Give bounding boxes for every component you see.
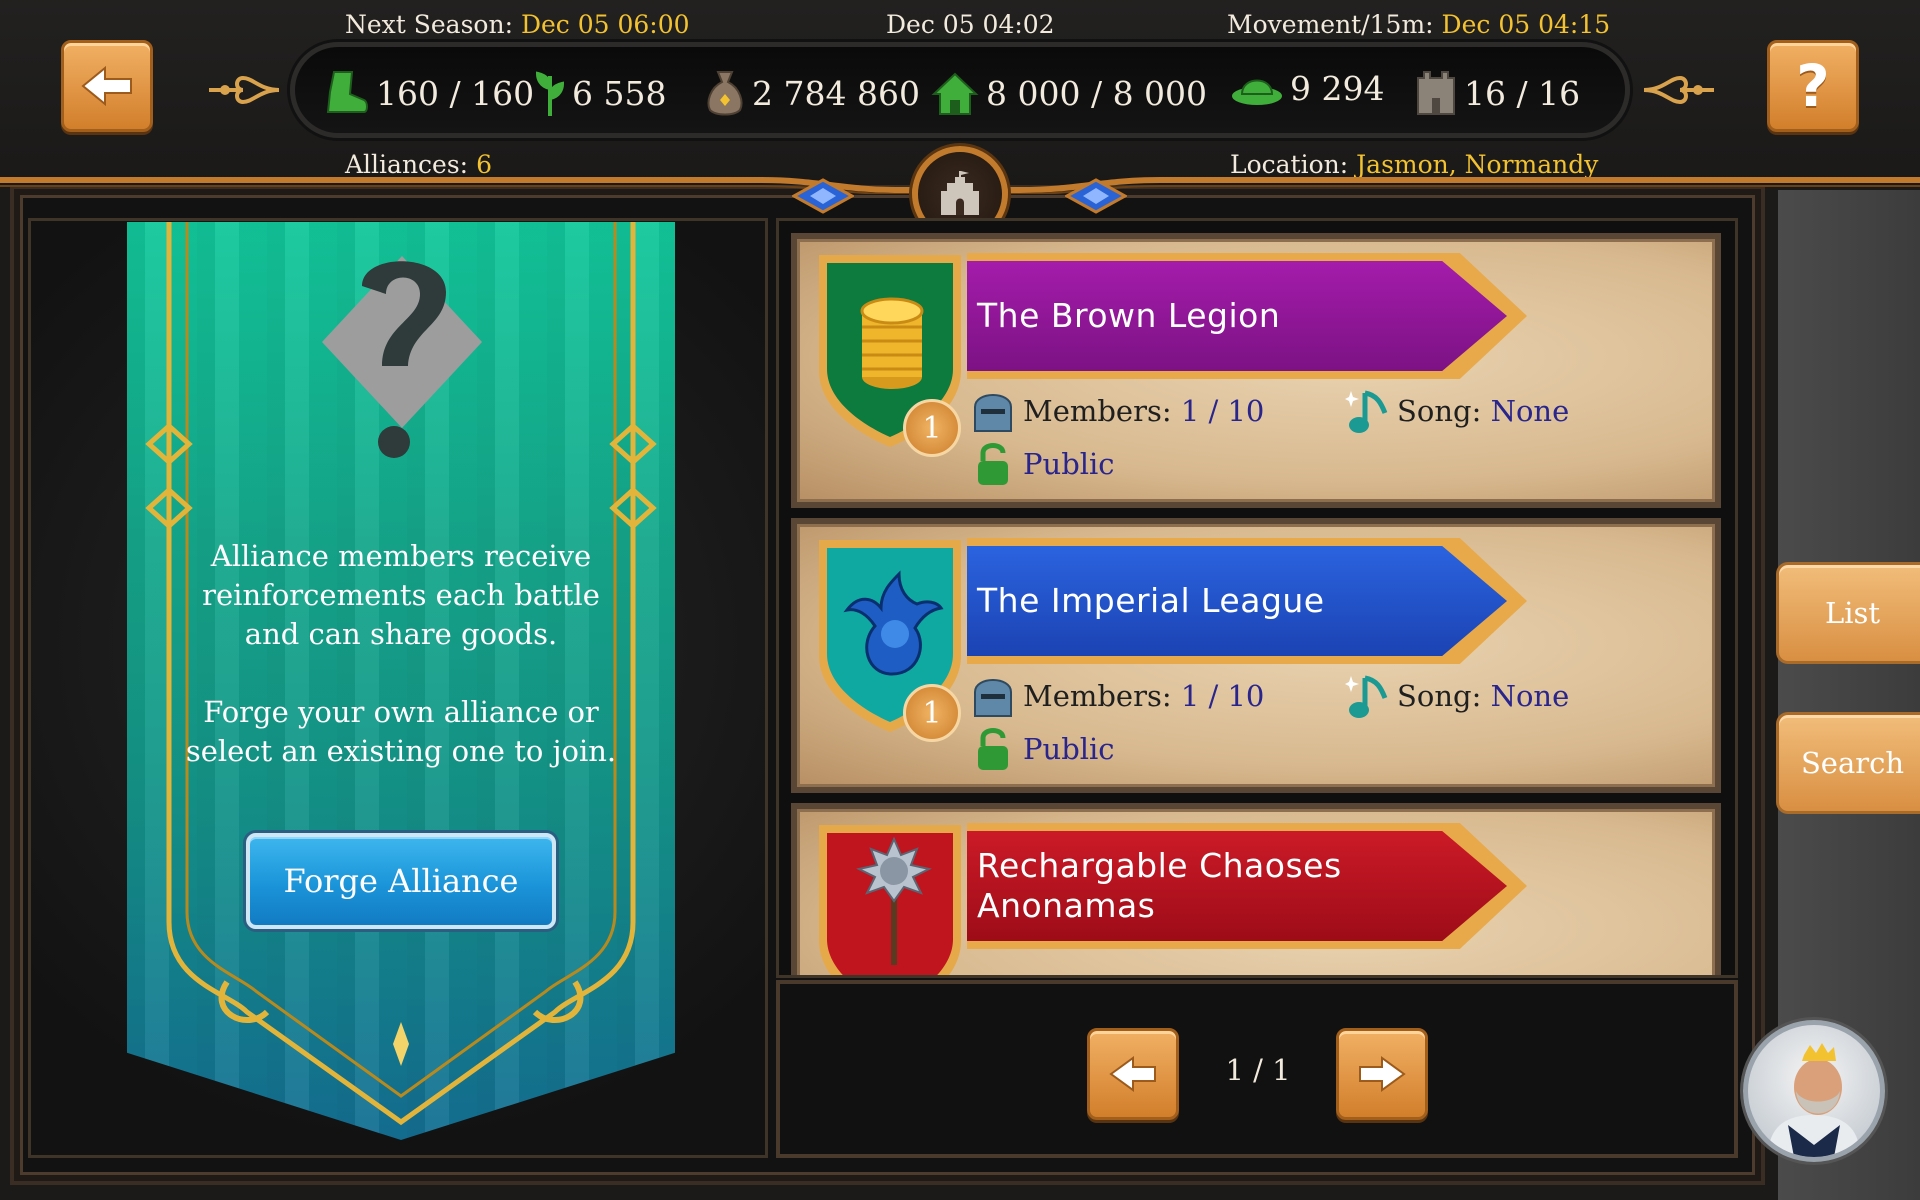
right-flourish-icon <box>1643 75 1714 105</box>
search-tab[interactable]: Search <box>1776 712 1920 814</box>
gold-coins-icon <box>860 297 924 389</box>
back-button[interactable] <box>61 40 153 132</box>
list-tab-label: List <box>1824 596 1881 630</box>
forge-alliance-label: Forge Alliance <box>283 862 519 900</box>
alliance-rank-badge: 1 <box>903 399 961 457</box>
mace-icon <box>856 836 932 965</box>
left-flourish-icon <box>209 75 280 105</box>
arrow-left-icon <box>81 65 132 107</box>
resource-population: 8 000 / 8 000 <box>930 68 1207 118</box>
movement-label: Movement/15m: <box>1227 10 1434 39</box>
next-season-label: Next Season: <box>345 10 513 39</box>
access-stat: Public <box>975 726 1115 772</box>
gem-icon <box>1065 178 1127 214</box>
alliance-list[interactable]: 1 The Brown Legion Members: 1 / 10 Song:… <box>776 218 1738 978</box>
alliance-rank-badge: 1 <box>903 684 961 742</box>
music-note-icon <box>1345 390 1388 433</box>
castle-icon <box>1417 71 1455 115</box>
arrow-right-icon <box>1359 1056 1406 1092</box>
king-portrait-icon <box>1768 1043 1860 1157</box>
resource-stamina: 160 / 160 <box>320 68 534 118</box>
arrow-left-icon <box>1109 1056 1156 1092</box>
helmet-icon <box>974 394 1012 432</box>
house-icon <box>931 72 979 115</box>
prev-page-button[interactable] <box>1087 1028 1179 1120</box>
movement-value: Dec 05 04:15 <box>1441 10 1611 39</box>
forge-alliance-button[interactable]: Forge Alliance <box>246 833 556 929</box>
resource-food: 6 558 <box>534 68 666 118</box>
help-button[interactable]: ? <box>1767 40 1859 132</box>
resource-nobles: 9 294 <box>1230 68 1384 108</box>
unknown-alliance-icon <box>322 256 482 458</box>
alliance-name: The Imperial League <box>967 546 1507 656</box>
list-tab[interactable]: List <box>1776 562 1920 664</box>
boot-icon <box>326 71 368 113</box>
song-stat: Song: None <box>1345 672 1569 720</box>
resource-castles: 16 / 16 <box>1414 68 1580 118</box>
next-page-button[interactable] <box>1336 1028 1428 1120</box>
alliance-card[interactable]: Rechargable Chaoses Anonamas <box>791 803 1721 975</box>
page-indicator: 1 / 1 <box>1225 1053 1291 1087</box>
unlocked-padlock-icon <box>978 443 1008 485</box>
alliance-card[interactable]: 1 The Brown Legion Members: 1 / 10 Song:… <box>791 233 1721 508</box>
unlocked-padlock-icon <box>978 728 1008 770</box>
alliance-name: Rechargable Chaoses Anonamas <box>967 831 1507 941</box>
search-tab-label: Search <box>1800 746 1905 780</box>
music-note-icon <box>1345 675 1388 718</box>
dragon-icon <box>843 570 944 676</box>
next-season-value: Dec 05 06:00 <box>520 10 690 39</box>
coin-bag-icon <box>707 71 743 116</box>
castle-icon <box>941 171 979 215</box>
next-season-info: Next Season: Dec 05 06:00 <box>345 10 690 39</box>
banner-text-instruction: Forge your own alliance or select an exi… <box>185 695 617 768</box>
helmet-icon <box>974 679 1012 717</box>
movement-info: Movement/15m: Dec 05 04:15 <box>1227 10 1610 39</box>
song-stat: Song: None <box>1345 387 1569 435</box>
access-stat: Public <box>975 441 1115 487</box>
hat-icon <box>1232 79 1282 105</box>
alliance-card[interactable]: 1 The Imperial League Members: 1 / 10 So… <box>791 518 1721 793</box>
alliance-name: The Brown Legion <box>967 261 1507 371</box>
banner-text-info: Alliance members receive reinforcements … <box>202 539 600 651</box>
player-avatar[interactable] <box>1743 1020 1885 1162</box>
leaf-icon <box>535 71 565 116</box>
gem-icon <box>792 178 854 214</box>
resource-gold: 2 784 860 <box>704 68 920 118</box>
members-stat: Members: 1 / 10 <box>971 387 1264 435</box>
members-stat: Members: 1 / 10 <box>971 672 1264 720</box>
current-time: Dec 05 04:02 <box>886 10 1055 39</box>
question-icon: ? <box>1796 52 1830 120</box>
